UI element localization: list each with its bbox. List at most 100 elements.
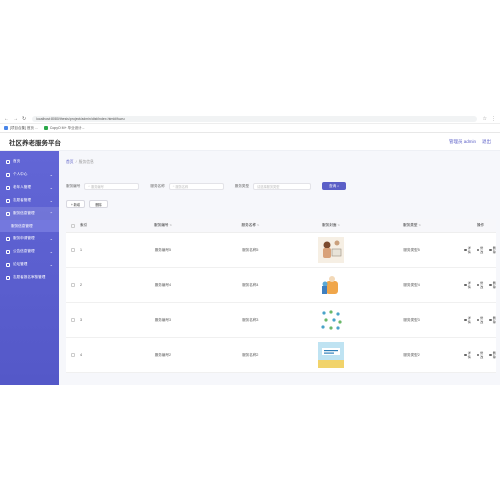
edit-button[interactable]: 修改 [476, 281, 484, 289]
header-cover[interactable]: 服务封面 ⇅ [293, 223, 369, 228]
edit-button[interactable]: 修改 [476, 316, 484, 324]
view-icon [464, 283, 467, 287]
row-name: 服务名称5 [242, 247, 259, 252]
header-op: 操作 [476, 223, 485, 227]
cover-image[interactable] [317, 272, 344, 298]
edit-icon [476, 248, 480, 252]
service-name-input[interactable]: ⌕ 服务名称 [168, 182, 224, 190]
sort-icon: ⇅ [418, 223, 421, 227]
star-icon[interactable]: ☆ [483, 116, 487, 122]
chevron-down-icon: ⌄ [49, 249, 53, 254]
row-checkbox[interactable] [70, 318, 75, 322]
row-checkbox[interactable] [70, 248, 75, 252]
folder-icon [6, 185, 10, 190]
chevron-down-icon: ⌄ [49, 185, 53, 190]
header-index: 索引 [80, 223, 88, 227]
folder-icon [6, 236, 10, 241]
url-field[interactable]: localhost:8080/thesis/project/admin/dist… [32, 115, 477, 122]
app-header: 社区养老服务平台 管理员 admin 退出 [0, 133, 500, 151]
edit-button[interactable]: 修改 [476, 351, 484, 359]
sidebar-item-service[interactable]: 服务信息管理 ⌃ [0, 207, 59, 220]
cover-image[interactable] [317, 237, 344, 263]
view-button[interactable]: 详情 [464, 351, 471, 359]
add-button[interactable]: + 新增 [66, 200, 85, 208]
service-code-input[interactable]: ⌕ 服务编号 [84, 182, 140, 190]
back-icon[interactable]: ← [4, 116, 9, 122]
row-code: 服务编号4 [154, 282, 172, 287]
search-icon: ⌕ [337, 184, 340, 188]
row-name: 服务名称3 [242, 317, 259, 322]
sidebar-item-elderly[interactable]: 老年人管理 ⌄ [0, 181, 59, 194]
folder-icon [6, 211, 10, 216]
bookmarks-bar: [项目合集] 首页 ... CopyO M+ 毕业设计... [0, 124, 500, 133]
row-name: 服务名称2 [242, 352, 259, 357]
chevron-down-icon: ⌄ [49, 262, 53, 267]
edit-icon [476, 283, 480, 287]
search-form: 服务编号 ⌕ 服务编号 服务名称 ⌕ 服务名称 服务类型 请选择服务类型 查询 … [66, 180, 496, 192]
row-index: 2 [79, 283, 82, 287]
row-delete-button[interactable]: 删除 [489, 246, 496, 254]
view-button[interactable]: 详情 [464, 281, 471, 289]
row-name: 服务名称4 [242, 282, 259, 287]
row-type: 服务类型5 [403, 247, 420, 252]
field-label: 服务名称 [150, 183, 165, 188]
sidebar-item-volunteer[interactable]: 志愿者管理 ⌄ [0, 194, 59, 207]
header-name[interactable]: 服务名称⇅ [208, 223, 293, 228]
edit-icon [476, 318, 480, 322]
sidebar-item-home[interactable]: 首页 [0, 155, 59, 168]
service-type-select[interactable]: 请选择服务类型 [253, 182, 312, 190]
sidebar-subitem-service[interactable]: 服务信息管理 [0, 220, 59, 232]
menu-icon[interactable]: ⋮ [491, 116, 496, 122]
row-checkbox[interactable] [70, 353, 75, 357]
chevron-up-icon: ⌃ [49, 211, 53, 216]
row-code: 服务编号3 [154, 317, 172, 322]
edit-icon [476, 353, 480, 357]
address-bar: ← → ↻ localhost:8080/thesis/project/admi… [0, 114, 500, 124]
delete-button[interactable]: 删除 [89, 200, 108, 208]
sidebar-item-profile[interactable]: 个人中心 ⌄ [0, 168, 59, 181]
sidebar-item-application[interactable]: 服务申请管理 ⌄ [0, 232, 59, 245]
chevron-down-icon: ⌄ [49, 236, 53, 241]
table-row: 3 服务编号3 服务名称3 服务类型3 详情 修改 删除 [66, 303, 496, 338]
cover-image[interactable] [317, 342, 344, 368]
row-delete-button[interactable]: 删除 [489, 316, 496, 324]
sidebar-item-forum[interactable]: 论坛管理 ⌄ [0, 258, 59, 271]
table-header: 索引 服务编号⇅ 服务名称⇅ 服务封面 ⇅ 服务类型⇅ 操作 [66, 219, 496, 233]
row-code: 服务编号5 [154, 247, 172, 252]
bookmark-item[interactable]: [项目合集] 首页 ... [4, 126, 38, 131]
logout-link[interactable]: 退出 [482, 139, 491, 145]
row-checkbox[interactable] [70, 283, 75, 287]
delete-icon [489, 248, 492, 252]
row-delete-button[interactable]: 删除 [489, 351, 496, 359]
data-table: 索引 服务编号⇅ 服务名称⇅ 服务封面 ⇅ 服务类型⇅ 操作 1 服务编号5 服务… [66, 219, 496, 373]
reload-icon[interactable]: ↻ [22, 116, 26, 122]
view-icon [464, 318, 467, 322]
view-button[interactable]: 详情 [464, 246, 471, 254]
header-code[interactable]: 服务编号⇅ [118, 223, 208, 228]
delete-icon [489, 318, 492, 322]
row-type: 服务类型3 [403, 317, 420, 322]
table-row: 2 服务编号4 服务名称4 服务类型4 详情 修改 删除 [66, 268, 496, 303]
select-all-checkbox[interactable] [71, 223, 75, 228]
cover-image[interactable] [317, 307, 344, 333]
bookmark-item[interactable]: CopyO M+ 毕业设计... [43, 126, 85, 131]
view-icon [464, 353, 467, 357]
forward-icon[interactable]: → [13, 116, 18, 122]
chevron-down-icon: ⌄ [49, 172, 53, 177]
bookmark-icon [4, 126, 8, 130]
home-icon [6, 159, 10, 164]
view-button[interactable]: 详情 [464, 316, 471, 324]
breadcrumb-home[interactable]: 首页 [66, 160, 74, 165]
sort-icon: ⇅ [256, 223, 260, 227]
sidebar-item-volunteer-audit[interactable]: 志愿者报名审核管理 [0, 271, 59, 284]
row-delete-button[interactable]: 删除 [489, 281, 496, 289]
row-index: 3 [79, 318, 82, 322]
action-bar: + 新增 删除 [66, 200, 496, 211]
row-type: 服务类型4 [403, 282, 420, 287]
browser-window: ← → ↻ localhost:8080/thesis/project/admi… [0, 114, 500, 385]
search-button[interactable]: 查询 ⌕ [322, 182, 347, 190]
sidebar-item-notice[interactable]: 公告信息管理 ⌄ [0, 245, 59, 258]
header-type[interactable]: 服务类型⇅ [369, 223, 455, 228]
edit-button[interactable]: 修改 [476, 246, 484, 254]
site-title: 社区养老服务平台 [9, 139, 61, 147]
